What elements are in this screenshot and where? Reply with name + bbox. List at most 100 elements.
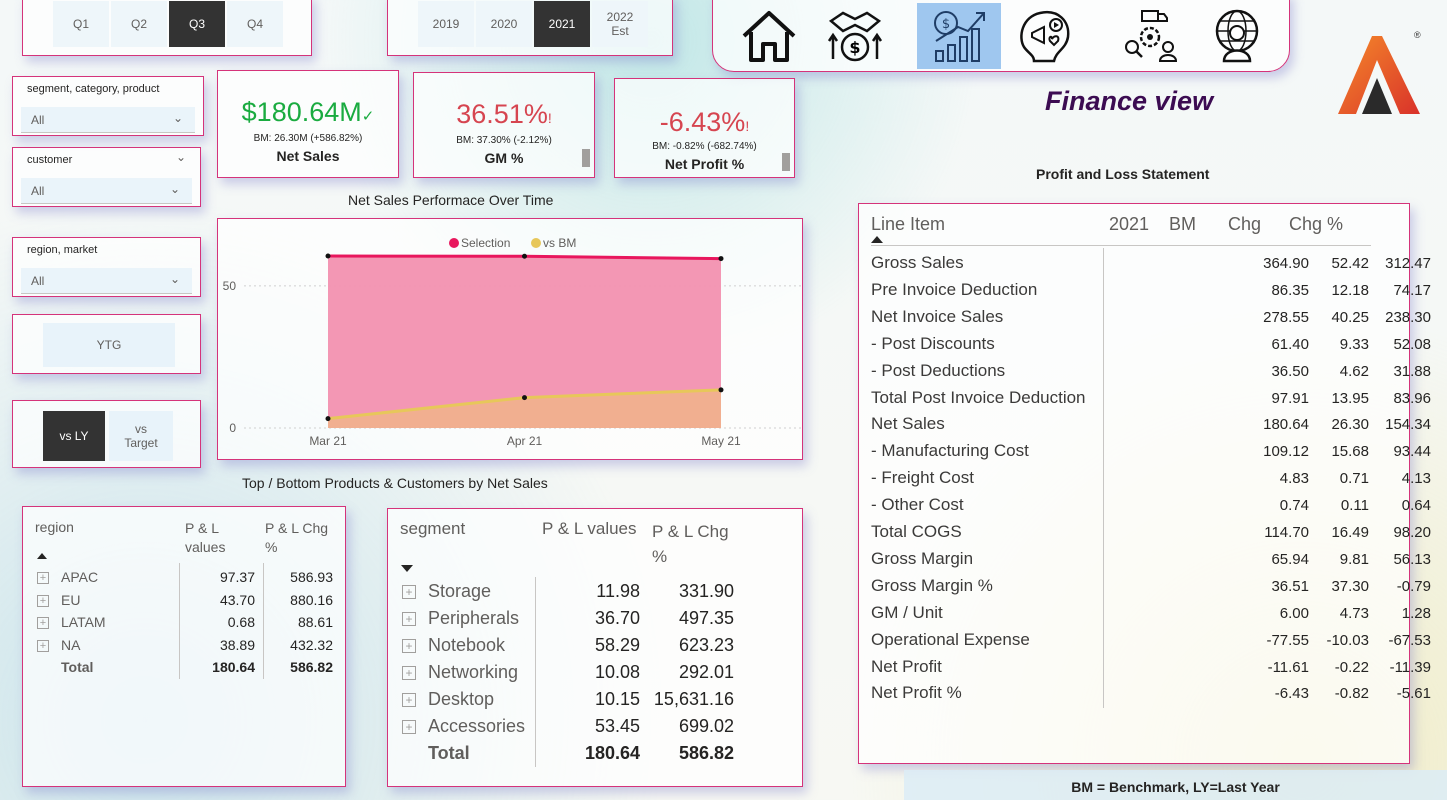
sort-down-icon[interactable] bbox=[401, 565, 413, 572]
footer-note-text: BM = Benchmark, LY=Last Year bbox=[1071, 779, 1280, 795]
chart-title: Net Sales Performace Over Time bbox=[348, 192, 554, 208]
pl-cell: 364.90 bbox=[1263, 255, 1309, 272]
expand-icon[interactable]: + bbox=[37, 639, 49, 652]
pl-header-chg-pct[interactable]: Chg % bbox=[1289, 214, 1343, 235]
region-value: 0.68 bbox=[227, 614, 255, 630]
pl-cell: -77.55 bbox=[1266, 631, 1309, 649]
region-chg: 432.32 bbox=[290, 636, 333, 653]
quarter-button-q4[interactable]: Q4 bbox=[227, 1, 283, 47]
pl-title: Profit and Loss Statement bbox=[1036, 166, 1210, 182]
year-button-2021[interactable]: 2021 bbox=[534, 1, 590, 47]
data-point bbox=[325, 253, 331, 259]
pl-table-row: Operational Expense-77.55-10.03-67.53-67… bbox=[871, 627, 1431, 654]
scrollbar[interactable] bbox=[782, 153, 790, 171]
values-header[interactable]: P & L values bbox=[542, 519, 637, 539]
region-header[interactable]: region bbox=[35, 519, 74, 535]
region-chg: 88.61 bbox=[297, 614, 333, 630]
expand-icon[interactable]: + bbox=[402, 639, 416, 653]
table-row: + LATAM 0.68 88.61 bbox=[35, 614, 335, 634]
year-button-2022-est[interactable]: 2022 Est bbox=[592, 1, 648, 47]
slicer-region-market[interactable]: region, market All ⌄ bbox=[12, 237, 201, 297]
pl-line-item: Net Profit bbox=[871, 656, 942, 676]
deal-money-icon[interactable]: $ bbox=[813, 3, 897, 69]
pl-cell: 0.71 bbox=[1339, 470, 1369, 488]
pl-cell: 36.50 bbox=[1271, 362, 1309, 380]
pl-table-row: Net Profit %-6.43-0.82-5.61-682.74 bbox=[871, 680, 1431, 707]
quarter-button-q1[interactable]: Q1 bbox=[53, 1, 109, 47]
expand-icon[interactable]: + bbox=[37, 572, 49, 584]
expand-icon[interactable]: + bbox=[402, 666, 416, 680]
expand-icon[interactable]: + bbox=[402, 720, 416, 734]
total-chg: 586.82 bbox=[290, 659, 333, 675]
region-name: EU bbox=[61, 591, 81, 608]
pl-cell: 4.73 bbox=[1339, 604, 1369, 622]
values-header[interactable]: P & L values bbox=[185, 519, 225, 557]
svg-text:$: $ bbox=[942, 17, 950, 32]
supply-chain-icon[interactable] bbox=[1109, 3, 1193, 69]
global-executive-icon[interactable] bbox=[1195, 3, 1279, 69]
vs-target-button[interactable]: vs Target bbox=[109, 411, 173, 461]
atliq-logo: ® bbox=[1334, 30, 1424, 116]
expand-icon[interactable]: + bbox=[402, 612, 416, 626]
pl-line-item: Total COGS bbox=[871, 522, 962, 541]
expand-icon[interactable]: + bbox=[37, 617, 49, 629]
slicer-dropdown[interactable]: All ⌄ bbox=[21, 107, 195, 133]
slicer-dropdown[interactable]: All ⌄ bbox=[21, 268, 192, 294]
pl-header-bm[interactable]: BM bbox=[1169, 214, 1196, 235]
vs-ly-button[interactable]: vs LY bbox=[43, 411, 105, 461]
pl-cell: 154.34 bbox=[1385, 416, 1431, 434]
finance-growth-icon[interactable]: $ bbox=[917, 3, 1001, 69]
pl-header-line-item[interactable]: Line Item bbox=[871, 214, 945, 235]
quarter-slicer: Q1 Q2 Q3 Q4 bbox=[22, 0, 312, 56]
sort-up-icon[interactable] bbox=[871, 236, 883, 243]
pl-table-row: Gross Margin65.949.8156.13572.24 bbox=[871, 546, 1431, 573]
segment-name: Peripherals bbox=[428, 608, 520, 628]
pl-line-item: Operational Expense bbox=[871, 629, 1030, 649]
slicer-segment-category-product[interactable]: segment, category, product All ⌄ bbox=[12, 76, 204, 136]
pl-line-item: Net Invoice Sales bbox=[871, 306, 1004, 326]
year-button-2020[interactable]: 2020 bbox=[476, 1, 532, 47]
slicer-value: All bbox=[31, 274, 45, 288]
footer-note: BM = Benchmark, LY=Last Year bbox=[904, 770, 1447, 800]
pl-cell: 1.28 bbox=[1401, 604, 1431, 622]
net-sales-chart: 0 50 Mar 21 Apr 21 May 21 Selection vs BM bbox=[217, 218, 803, 460]
slicer-customer[interactable]: customer ⌄ All ⌄ bbox=[12, 147, 201, 207]
pl-cell: -10.03 bbox=[1326, 631, 1369, 649]
slicer-label: customer bbox=[27, 154, 73, 166]
quarter-button-q3[interactable]: Q3 bbox=[169, 1, 225, 47]
pl-header-chg[interactable]: Chg bbox=[1228, 214, 1261, 235]
ytg-button[interactable]: YTG bbox=[43, 323, 175, 367]
pl-table-row: - Manufacturing Cost109.1215.6893.44596.… bbox=[871, 438, 1431, 465]
table-row: + Storage 11.98 331.90 bbox=[400, 581, 790, 605]
pl-line-item: Pre Invoice Deduction bbox=[871, 279, 1038, 299]
expand-icon[interactable]: + bbox=[402, 693, 416, 707]
chg-header[interactable]: P & L Chg% bbox=[652, 519, 729, 569]
pl-line-item: Net Profit % bbox=[871, 683, 962, 703]
pl-header-2021[interactable]: 2021 bbox=[1109, 214, 1149, 235]
slicer-dropdown[interactable]: All ⌄ bbox=[21, 178, 192, 204]
total-value: 180.64 bbox=[212, 659, 255, 675]
expand-icon[interactable]: + bbox=[37, 594, 49, 607]
marketing-icon[interactable] bbox=[1003, 3, 1087, 69]
chevron-down-icon: ⌄ bbox=[169, 182, 180, 196]
pl-table-row: Gross Sales364.9052.42312.47596.06 bbox=[871, 250, 1431, 277]
scrollbar[interactable] bbox=[582, 149, 590, 167]
quarter-button-q2[interactable]: Q2 bbox=[111, 1, 167, 47]
chg-header[interactable]: P & L Chg% bbox=[265, 519, 328, 557]
home-icon[interactable] bbox=[727, 3, 811, 69]
pl-cell: -0.82 bbox=[1334, 685, 1369, 703]
expand-icon[interactable]: + bbox=[402, 585, 416, 599]
region-chg: 880.16 bbox=[290, 591, 333, 608]
vs-target-label-1: vs bbox=[135, 422, 147, 436]
segment-chg: 292.01 bbox=[678, 662, 734, 682]
pl-cell: 4.62 bbox=[1339, 362, 1369, 380]
year-button-2019[interactable]: 2019 bbox=[418, 1, 474, 47]
sort-up-icon[interactable] bbox=[37, 553, 47, 559]
pl-cell: 238.30 bbox=[1385, 308, 1431, 326]
segment-header[interactable]: segment bbox=[400, 519, 465, 539]
x-tick-label: May 21 bbox=[701, 434, 741, 448]
pl-statement-table: Line Item 2021 BM Chg Chg % Gross Sales 3… bbox=[858, 203, 1431, 764]
total-chg: 586.82 bbox=[678, 743, 734, 763]
chevron-down-icon: ⌄ bbox=[169, 272, 180, 286]
kpi-card-net-profit-pct: -6.43%! BM: -0.82% (-682.74%) Net Profit… bbox=[614, 78, 795, 178]
